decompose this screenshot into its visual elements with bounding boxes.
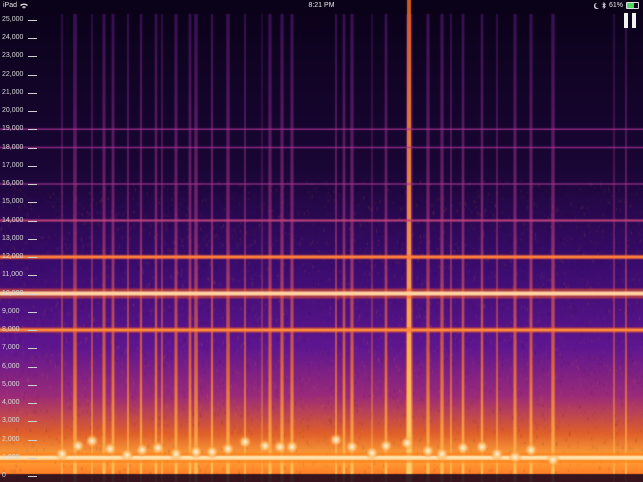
tick-label: 2,000 (2, 435, 20, 443)
tick-label: 0 (2, 472, 6, 479)
tick-label: 13,000 (2, 234, 24, 242)
tick-mark (28, 129, 37, 131)
tick-label: 6,000 (2, 362, 20, 370)
tick-mark (28, 147, 37, 149)
tick-label: 22,000 (2, 70, 24, 78)
pause-icon-bar-left (624, 13, 628, 28)
tick-mark (28, 457, 37, 459)
tick-mark (28, 56, 37, 58)
tick-mark (28, 19, 37, 21)
tick-mark (28, 238, 37, 240)
tick-label: 8,000 (2, 326, 20, 333)
tick-mark (28, 348, 37, 350)
tick-label: 11,000 (2, 271, 23, 279)
moon-icon (593, 2, 599, 9)
tick-label: 17,000 (2, 161, 24, 169)
tick-label: 18,000 (2, 143, 24, 151)
tick-mark (28, 476, 37, 477)
tick-label: 4,000 (2, 399, 20, 406)
tick-label: 9,000 (2, 307, 20, 315)
tick-mark (28, 366, 37, 368)
pause-button[interactable] (624, 13, 636, 28)
tick-mark (28, 439, 37, 441)
tick-label: 21,000 (2, 88, 24, 96)
tick-mark (28, 257, 37, 258)
tick-label: 16,000 (2, 180, 24, 187)
tick-label: 20,000 (2, 107, 24, 114)
bluetooth-icon (602, 2, 606, 9)
battery-percent: 61% (608, 2, 623, 9)
tick-mark (28, 92, 37, 94)
tick-label: 1,000 (2, 453, 20, 461)
tick-mark (28, 293, 37, 295)
tick-mark (28, 38, 37, 39)
pause-icon-bar-right (632, 13, 636, 28)
tick-mark (28, 311, 37, 313)
tick-mark (28, 165, 37, 167)
tick-mark (28, 111, 37, 112)
tick-label: 3,000 (2, 417, 20, 425)
tick-label: 7,000 (2, 344, 20, 352)
tick-label: 12,000 (2, 253, 24, 260)
tick-mark (28, 330, 37, 331)
tick-label: 23,000 (2, 52, 24, 60)
tick-mark (28, 403, 37, 404)
tick-mark (28, 184, 37, 185)
tick-mark (28, 421, 37, 423)
tick-label: 14,000 (2, 216, 24, 224)
status-bar: iPad 8:21 PM 61% (0, 0, 643, 12)
tick-label: 15,000 (2, 198, 24, 206)
tick-label: 5,000 (2, 380, 20, 388)
battery-fill (627, 3, 634, 8)
tick-label: 19,000 (2, 125, 24, 133)
tick-mark (28, 275, 37, 277)
tick-label: 25,000 (2, 15, 24, 23)
status-right: 61% (593, 2, 639, 9)
tick-mark (28, 384, 37, 386)
tick-label: 10,000 (2, 289, 24, 297)
tick-label: 24,000 (2, 34, 24, 41)
spectrogram[interactable] (0, 0, 643, 482)
battery-icon (626, 2, 639, 9)
tick-mark (28, 74, 37, 76)
status-time: 8:21 PM (308, 2, 335, 9)
tick-mark (28, 202, 37, 204)
frequency-axis: 25,000 24,000 23,000 22,000 21,000 20,000 19,0… (0, 0, 40, 482)
tick-mark (28, 220, 37, 222)
